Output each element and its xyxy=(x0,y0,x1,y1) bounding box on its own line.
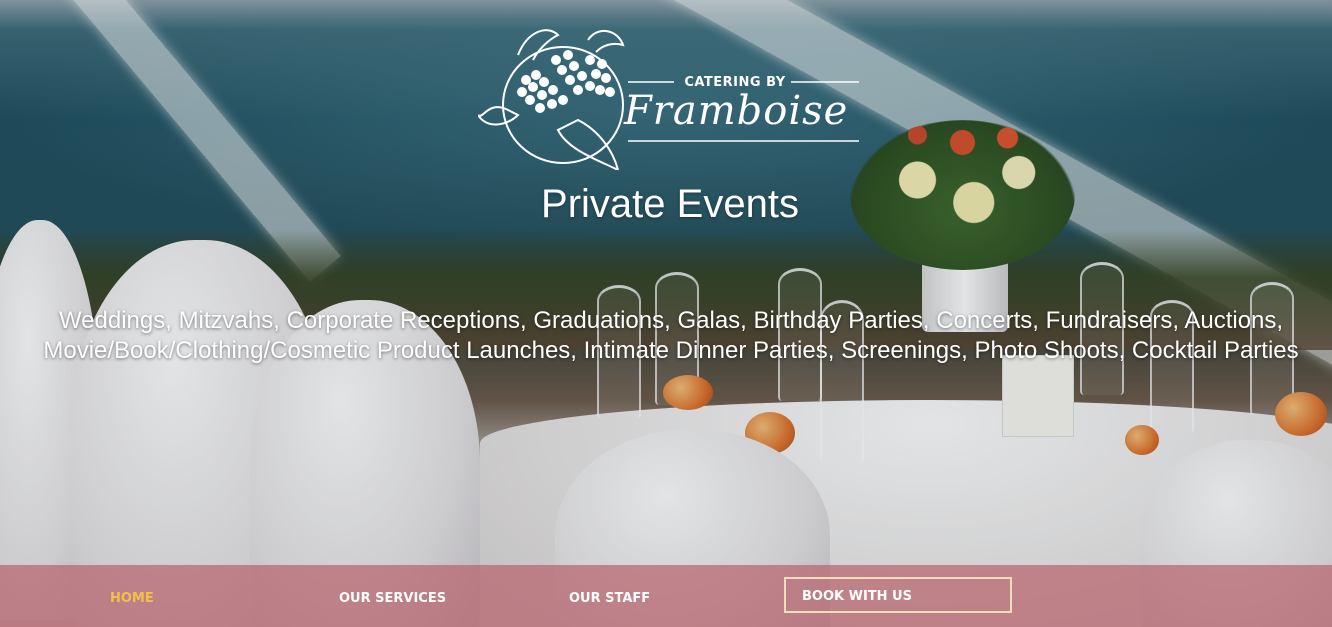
page-title: Private Events xyxy=(541,182,799,226)
nav-our-staff[interactable]: OUR STAFF xyxy=(569,591,650,606)
bottom-navigation: HOME OUR SERVICES OUR STAFF BOOK WITH US xyxy=(0,565,1332,627)
nav-home[interactable]: HOME xyxy=(110,591,154,606)
nav-our-services[interactable]: OUR SERVICES xyxy=(339,591,446,606)
event-types-text: Weddings, Mitzvahs, Corporate Receptions… xyxy=(43,307,1299,364)
book-with-us-button[interactable]: BOOK WITH US xyxy=(784,577,1012,613)
brand-name: Framboise xyxy=(624,88,849,134)
